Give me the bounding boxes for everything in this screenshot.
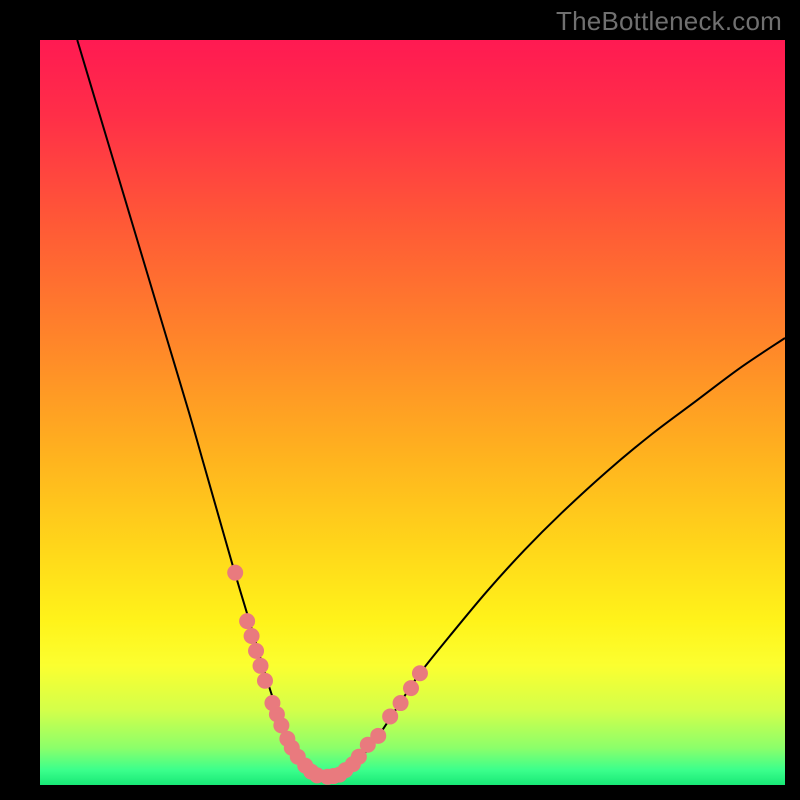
highlight-dots bbox=[227, 565, 428, 785]
highlight-dot bbox=[248, 643, 264, 659]
chart-frame: TheBottleneck.com bbox=[0, 0, 800, 800]
watermark-label: TheBottleneck.com bbox=[556, 6, 782, 37]
highlight-dot bbox=[412, 665, 428, 681]
highlight-dot bbox=[239, 613, 255, 629]
curve-layer bbox=[40, 40, 785, 785]
plot-area bbox=[40, 40, 785, 785]
highlight-dot bbox=[257, 673, 273, 689]
highlight-dot bbox=[370, 728, 386, 744]
highlight-dot bbox=[403, 680, 419, 696]
highlight-dot bbox=[244, 628, 260, 644]
highlight-dot bbox=[382, 708, 398, 724]
highlight-dot bbox=[227, 565, 243, 581]
highlight-dot bbox=[393, 695, 409, 711]
bottleneck-curve bbox=[77, 40, 785, 778]
highlight-dot bbox=[253, 658, 269, 674]
